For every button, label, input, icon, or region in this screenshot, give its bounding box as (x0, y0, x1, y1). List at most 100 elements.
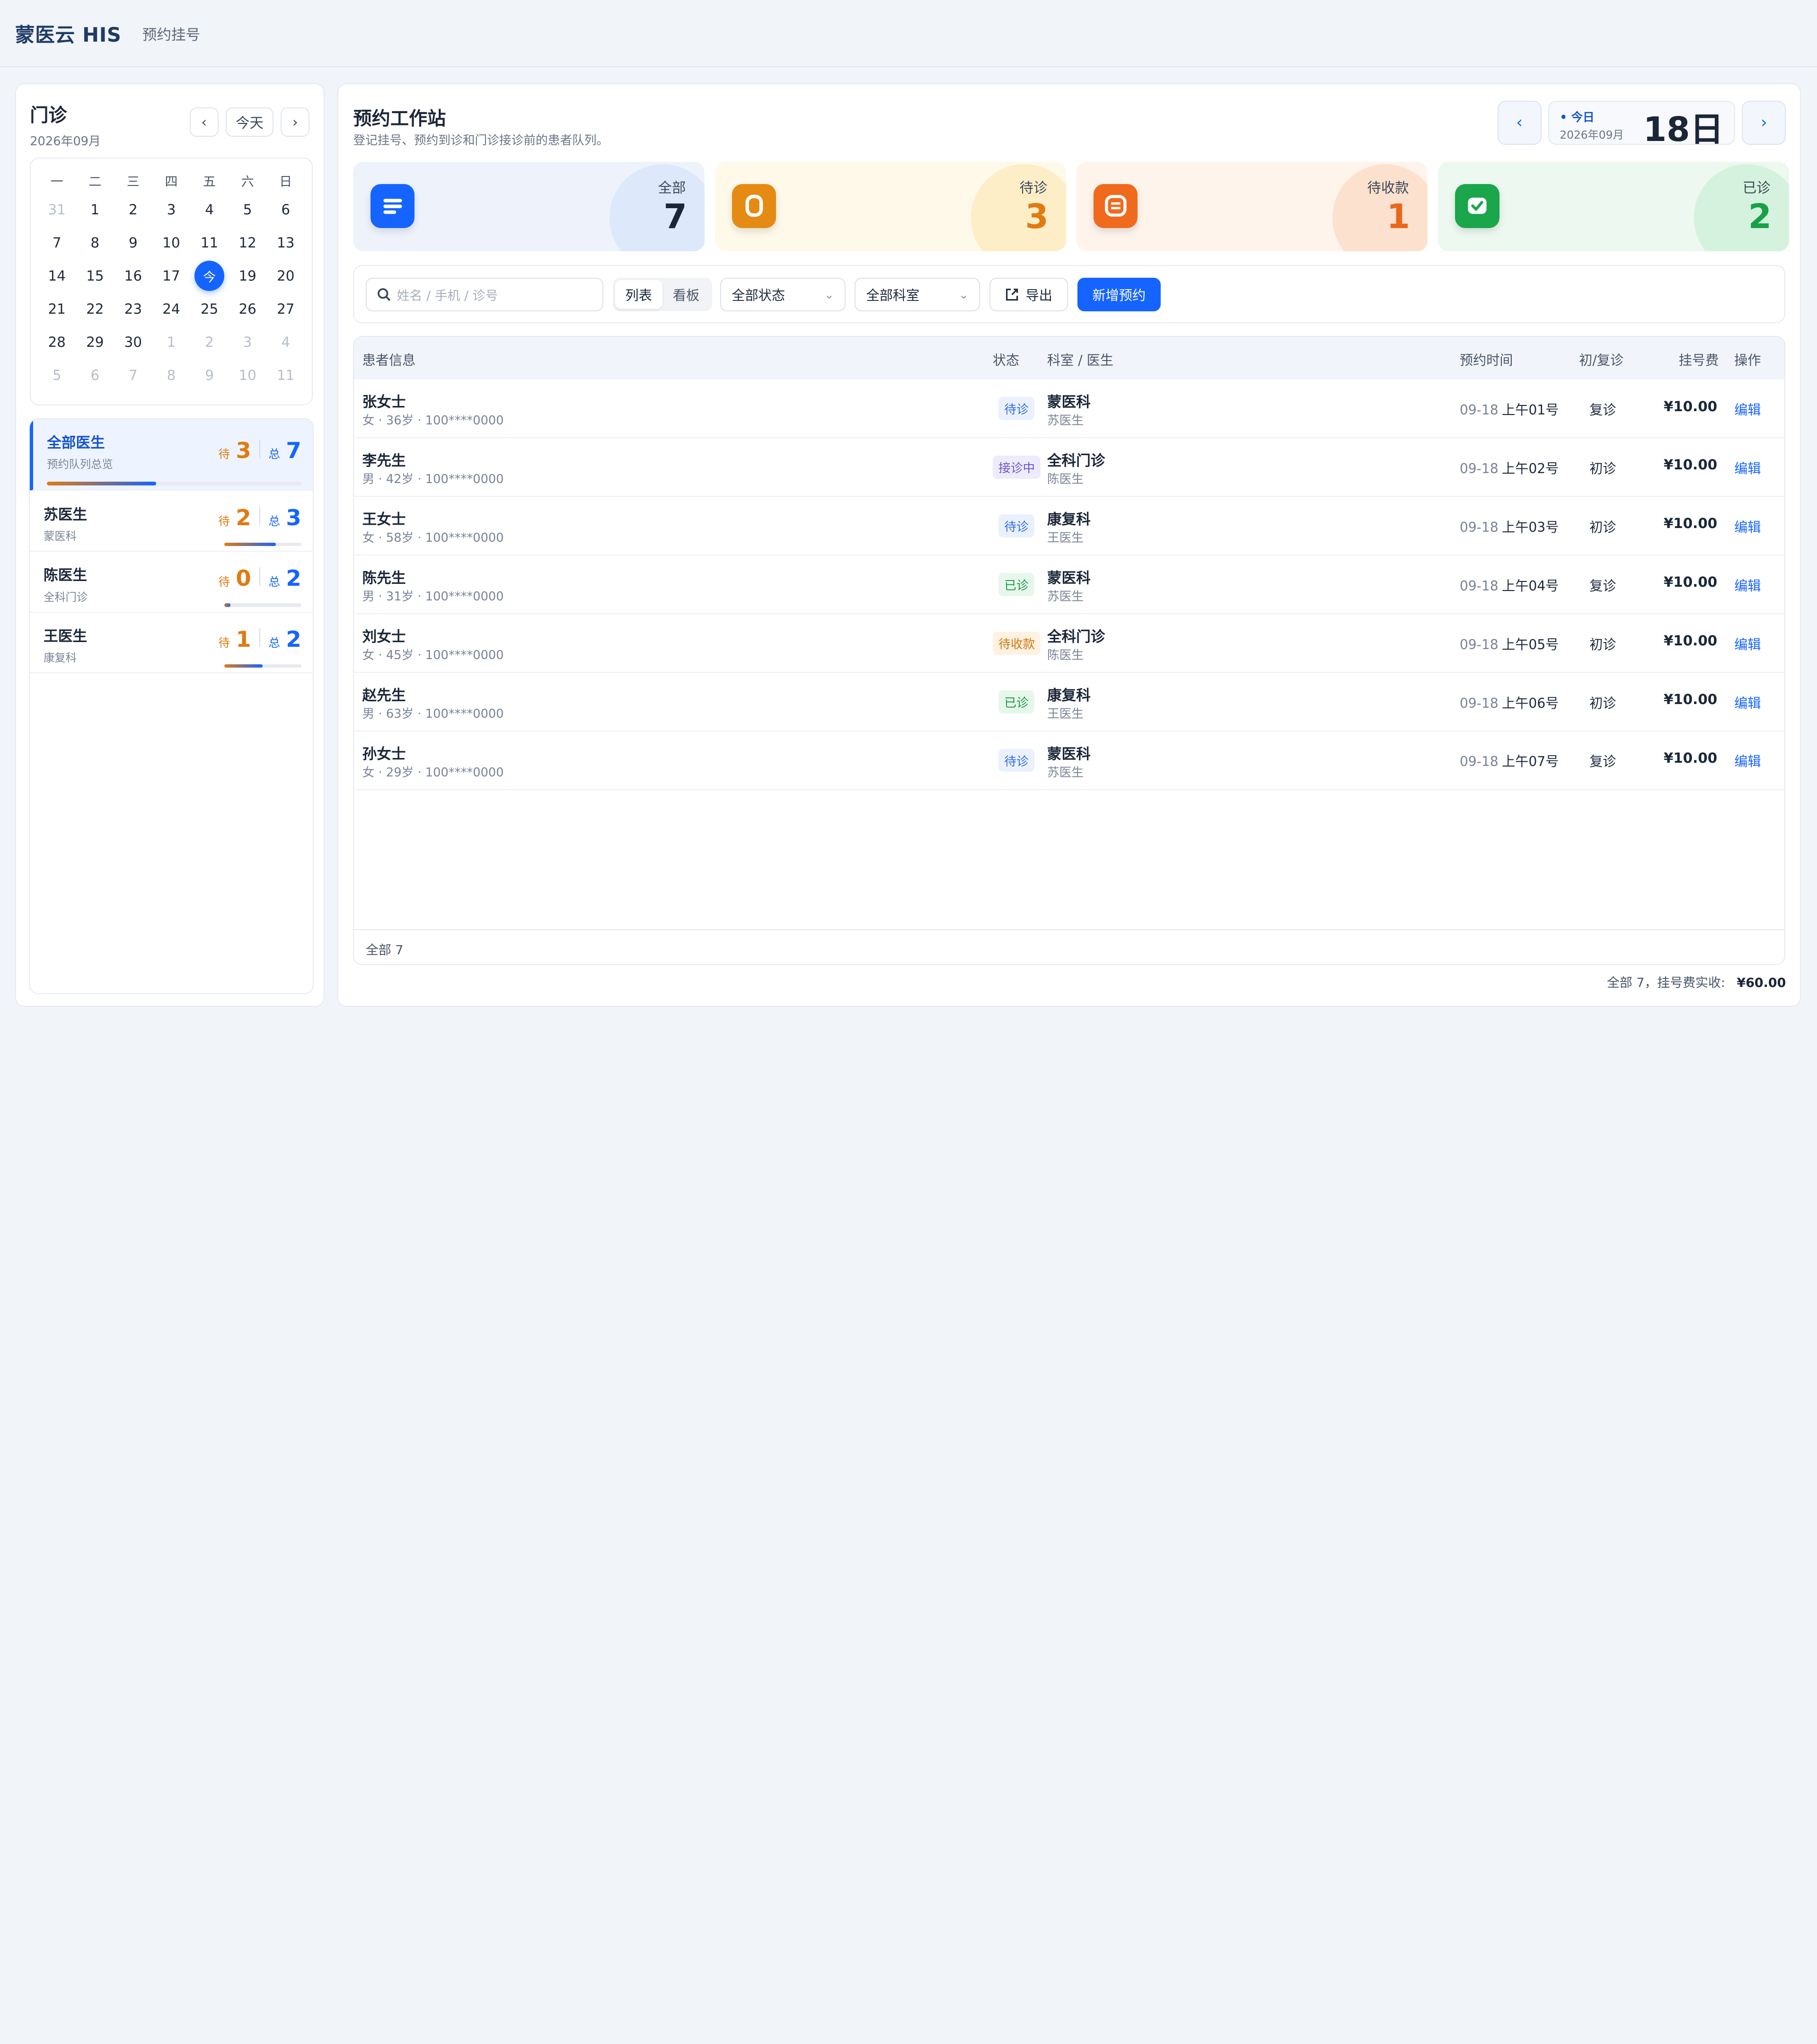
calendar-day[interactable]: 28 (38, 326, 76, 359)
edit-link[interactable]: 编辑 (1734, 575, 1761, 595)
total-count: 7 (286, 437, 301, 463)
progress-bar (224, 542, 301, 546)
calendar-day[interactable]: 6 (76, 359, 114, 392)
doctor-item[interactable]: 全部医生 预约队列总览待 3总 7 (29, 419, 313, 491)
calendar-day[interactable]: 2 (114, 193, 152, 226)
edit-link[interactable]: 编辑 (1734, 751, 1761, 770)
status-filter-select[interactable]: 全部状态 ⌄ (720, 277, 846, 311)
calendar-day[interactable]: 31 (38, 193, 76, 226)
export-button[interactable]: 导出 (989, 277, 1068, 311)
stat-value: 3 (1025, 196, 1049, 236)
calendar-day[interactable]: 26 (229, 292, 267, 326)
calendar-day[interactable]: 23 (114, 292, 152, 326)
calendar-day[interactable]: 24 (152, 292, 191, 326)
calendar-day[interactable]: 29 (76, 326, 114, 359)
edit-link[interactable]: 编辑 (1734, 517, 1761, 536)
prev-day-button[interactable]: ‹ (1497, 100, 1542, 145)
calendar-day[interactable]: 2 (190, 326, 229, 359)
calendar-day[interactable]: 1 (76, 193, 114, 226)
calendar-day[interactable]: 22 (76, 292, 114, 326)
calendar-day[interactable]: 1 (152, 326, 191, 359)
stat-card-done[interactable]: 已诊 2 (1438, 162, 1789, 251)
calendar-day[interactable]: 15 (76, 259, 114, 292)
table-row[interactable]: 孙女士女 · 29岁 · 100****0000 待诊 蒙医科 苏医生 09-18 上午0… (354, 731, 1785, 790)
calendar-day[interactable]: 13 (266, 226, 305, 259)
stat-card-all[interactable]: 全部 7 (353, 162, 705, 251)
edit-link[interactable]: 编辑 (1734, 693, 1761, 712)
next-month-button[interactable]: › (281, 107, 310, 137)
table-row[interactable]: 张女士女 · 36岁 · 100****0000 待诊 蒙医科 苏医生 09-18 上午0… (354, 379, 1785, 439)
calendar-day[interactable]: 12 (229, 226, 267, 259)
stat-card-unpaid[interactable]: 待收款 1 (1076, 162, 1428, 251)
edit-link[interactable]: 编辑 (1734, 399, 1761, 419)
appointment-time: 09-18 上午04号 (1460, 575, 1559, 595)
dept-filter-select[interactable]: 全部科室 ⌄ (855, 277, 980, 311)
calendar-day[interactable]: 11 (190, 226, 229, 259)
visit-type: 复诊 (1589, 578, 1616, 594)
edit-link[interactable]: 编辑 (1734, 458, 1761, 477)
table-row[interactable]: 刘女士女 · 45岁 · 100****0000 待收款 全科门诊 陈医生 09-18 上… (354, 614, 1785, 673)
doctor-name: 苏医生 (1047, 590, 1084, 604)
calendar-day[interactable]: 10 (229, 359, 267, 392)
calendar-day[interactable]: 5 (229, 193, 267, 226)
search-input[interactable]: 姓名 / 手机 / 诊号 (365, 277, 603, 311)
calendar-day[interactable]: 30 (114, 326, 152, 359)
calendar-day[interactable]: 4 (190, 193, 229, 226)
today-button[interactable]: 今天 (225, 107, 274, 137)
table-row[interactable]: 陈先生男 · 31岁 · 100****0000 已诊 蒙医科 苏医生 09-18 上午0… (354, 555, 1785, 614)
calendar-day[interactable]: 7 (38, 226, 76, 259)
calendar-day[interactable]: 14 (38, 259, 76, 292)
calendar-day[interactable]: 10 (152, 226, 191, 259)
calendar-day[interactable]: 9 (190, 359, 229, 392)
calendar-day[interactable]: 25 (190, 292, 229, 326)
appointment-time: 09-18 上午01号 (1460, 399, 1559, 419)
check-icon (1455, 184, 1499, 228)
calendar-day[interactable]: 4 (266, 326, 305, 359)
patient-name: 刘女士 (362, 629, 406, 645)
calendar-day[interactable]: 27 (266, 292, 305, 326)
breadcrumb[interactable]: 预约挂号 (142, 23, 200, 44)
doctor-item[interactable]: 王医生 康复科待 1总 2 (29, 613, 313, 674)
calendar-day[interactable]: 6 (266, 193, 305, 226)
top-bar: 蒙医云 HIS 预约挂号 (0, 0, 1817, 68)
new-appointment-button[interactable]: 新增预约 (1077, 277, 1161, 311)
doctor-item[interactable]: 苏医生 蒙医科待 2总 3 (29, 491, 313, 552)
stat-value: 1 (1386, 196, 1410, 236)
calendar-day[interactable]: 7 (114, 359, 152, 392)
calendar-day[interactable]: 8 (152, 359, 191, 392)
appointment-date: 09-18 (1459, 402, 1499, 418)
chevron-left-icon: ‹ (1516, 113, 1523, 132)
calendar-day[interactable]: 9 (114, 226, 152, 259)
edit-link[interactable]: 编辑 (1734, 634, 1761, 653)
view-toggle: 列表 看板 (612, 277, 713, 311)
calendar-day[interactable]: 8 (76, 226, 114, 259)
calendar-day[interactable]: 3 (229, 326, 267, 359)
patient-name: 李先生 (362, 453, 406, 470)
table-row[interactable]: 王女士女 · 58岁 · 100****0000 待诊 康复科 王医生 09-18 上午0… (354, 497, 1785, 556)
calendar-day[interactable]: 17 (152, 259, 191, 292)
table-row[interactable]: 赵先生男 · 63岁 · 100****0000 已诊 康复科 王医生 09-18 上午0… (354, 673, 1785, 731)
table-row[interactable]: 李先生男 · 42岁 · 100****0000 接诊中 全科门诊 陈医生 09-18 上… (354, 438, 1785, 497)
stat-card-pending[interactable]: 待诊 3 (714, 162, 1066, 251)
calendar-day[interactable]: 11 (266, 359, 305, 392)
calendar-day[interactable]: 3 (152, 193, 191, 226)
calendar-day[interactable]: 20 (266, 259, 305, 292)
view-board-tab[interactable]: 看板 (662, 280, 710, 309)
chevron-right-icon: › (292, 114, 298, 130)
appointment-time: 09-18 上午05号 (1460, 634, 1559, 653)
appointment-date: 09-18 (1459, 636, 1499, 652)
patient-meta: 男 · 42岁 · 100****0000 (362, 472, 504, 487)
prev-month-button[interactable]: ‹ (189, 107, 219, 137)
calendar-day[interactable]: 5 (38, 359, 76, 392)
next-day-button[interactable]: › (1742, 100, 1786, 145)
total-count: 2 (286, 565, 301, 591)
view-list-tab[interactable]: 列表 (615, 280, 662, 309)
calendar-day[interactable]: 19 (229, 259, 267, 292)
doctor-item[interactable]: 陈医生 全科门诊待 0总 2 (29, 552, 313, 613)
app-brand[interactable]: 蒙医云 HIS (15, 19, 122, 47)
progress-bar (47, 482, 301, 485)
calendar-day-today[interactable]: 今 (190, 259, 229, 292)
calendar-day[interactable]: 16 (114, 259, 152, 292)
calendar-day[interactable]: 21 (38, 292, 76, 326)
dept-name: 康复科 (1047, 687, 1091, 704)
